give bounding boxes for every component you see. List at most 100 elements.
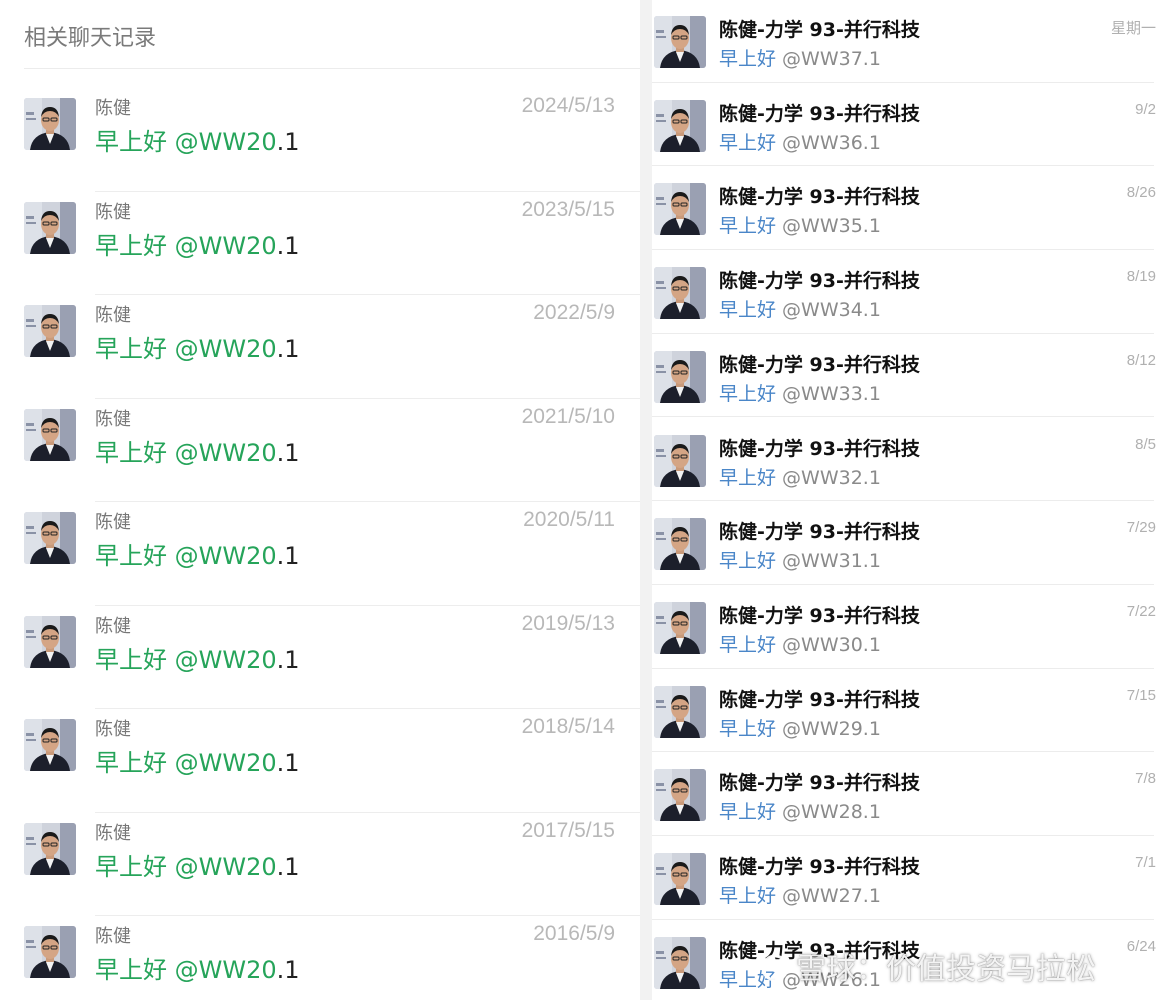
message-preview: 早上好 @WW20.1 (95, 433, 300, 468)
matched-keyword: 早上好 @WW20 (95, 335, 277, 363)
message-date: 7/22 (1126, 602, 1156, 620)
message-date: 2016/5/9 (533, 922, 615, 945)
matched-keyword: 早上好 (719, 48, 777, 70)
matched-keyword: 早上好 (719, 885, 777, 907)
chat-message-row[interactable]: 陈健-力学 93-并行科技 7/29 早上好 @WW31.1 (652, 501, 1172, 585)
matched-keyword: 早上好 @WW20 (95, 749, 277, 777)
sender-name: 陈健-力学 93-并行科技 (719, 688, 920, 711)
avatar (24, 512, 76, 564)
watermark: 雪球：价值投资马拉松 (760, 944, 1096, 988)
sender-name: 陈健 (95, 719, 131, 740)
sender-name: 陈健-力学 93-并行科技 (719, 521, 920, 544)
sender-name: 陈健 (95, 408, 131, 430)
message-date: 2021/5/10 (521, 404, 615, 428)
chat-message-row[interactable]: 陈健-力学 93-并行科技 7/1 早上好 @WW27.1 (652, 836, 1172, 920)
message-tail: @WW32.1 (776, 466, 881, 489)
message-date: 6/24 (1126, 937, 1156, 955)
sender-name: 陈健-力学 93-并行科技 (719, 186, 920, 209)
message-date: 8/12 (1126, 351, 1156, 369)
matched-keyword: 早上好 @WW20 (95, 231, 277, 260)
chat-record-row[interactable]: 陈健 2021/5/10 早上好 @WW20.1 (0, 399, 640, 502)
avatar (654, 183, 706, 236)
message-date: 2019/5/13 (521, 611, 615, 635)
message-tail: @WW33.1 (776, 382, 881, 405)
avatar (654, 601, 706, 654)
message-tail: @WW35.1 (776, 215, 881, 238)
message-preview: 早上好 @WW30.1 (719, 630, 881, 657)
matched-keyword: 早上好 @WW20 (95, 956, 277, 984)
matched-keyword: 早上好 (719, 801, 777, 824)
chat-message-row[interactable]: 陈健-力学 93-并行科技 7/8 早上好 @WW28.1 (652, 752, 1172, 836)
avatar (654, 350, 706, 403)
avatar (24, 305, 76, 357)
sender-name: 陈健-力学 93-并行科技 (719, 270, 920, 293)
header-divider (24, 68, 640, 69)
message-preview: 早上好 @WW20.1 (95, 950, 300, 985)
chat-message-row[interactable]: 陈健-力学 93-并行科技 9/2 早上好 @WW36.1 (652, 83, 1172, 167)
message-preview: 早上好 @WW34.1 (719, 295, 881, 322)
message-date: 7/15 (1126, 686, 1156, 704)
chat-record-row[interactable]: 陈健 2022/5/9 早上好 @WW20.1 (0, 295, 640, 399)
chat-message-row[interactable]: 陈健-力学 93-并行科技 8/19 早上好 @WW34.1 (652, 250, 1172, 334)
message-tail: .1 (276, 542, 300, 570)
sender-name: 陈健-力学 93-并行科技 (719, 102, 920, 125)
message-preview: 早上好 @WW20.1 (95, 536, 300, 571)
chat-message-row[interactable]: 陈健-力学 93-并行科技 7/22 早上好 @WW30.1 (652, 585, 1172, 669)
chat-record-row[interactable]: 陈健 2018/5/14 早上好 @WW20.1 (0, 709, 640, 813)
chat-message-row[interactable]: 陈健-力学 93-并行科技 8/5 早上好 @WW32.1 (652, 418, 1172, 502)
message-tail: .1 (276, 749, 300, 777)
matched-keyword: 早上好 @WW20 (95, 542, 277, 570)
message-date: 2023/5/15 (521, 197, 615, 221)
message-tail: @WW34.1 (776, 299, 881, 322)
search-results-panel: 相关聊天记录 陈健 2024/5/13 早上好 @WW20.1 陈健 2023/5/1… (0, 0, 640, 1000)
chat-record-row[interactable]: 陈健 2020/5/11 早上好 @WW20.1 (0, 502, 640, 606)
message-date: 8/5 (1135, 435, 1156, 453)
message-date: 星期一 (1110, 20, 1156, 37)
matched-keyword: 早上好 (719, 717, 777, 740)
message-date: 8/19 (1126, 268, 1156, 286)
panel-title: 相关聊天记录 (24, 26, 157, 51)
message-preview: 早上好 @WW36.1 (719, 128, 881, 155)
message-tail: @WW30.1 (776, 633, 881, 656)
panel-separator (640, 0, 652, 1000)
avatar (654, 936, 706, 989)
chat-record-row[interactable]: 陈健 2019/5/13 早上好 @WW20.1 (0, 606, 640, 709)
message-date: 2024/5/13 (521, 94, 615, 117)
sender-name: 陈健 (95, 98, 131, 119)
matched-keyword: 早上好 @WW20 (95, 645, 277, 674)
avatar (654, 99, 706, 152)
watermark-text: 雪球：价值投资马拉松 (796, 952, 1096, 987)
message-date: 2022/5/9 (533, 301, 615, 324)
avatar (654, 434, 706, 487)
snowball-logo-icon (761, 954, 789, 982)
message-tail: @WW27.1 (776, 885, 881, 907)
matched-keyword: 早上好 (719, 299, 777, 322)
chat-record-row[interactable]: 陈健 2017/5/15 早上好 @WW20.1 (0, 813, 640, 916)
sender-name: 陈健-力学 93-并行科技 (719, 19, 920, 41)
chat-record-row[interactable]: 陈健 2016/5/9 早上好 @WW20.1 (0, 916, 640, 1000)
message-tail: .1 (276, 438, 300, 467)
message-preview: 早上好 @WW20.1 (95, 743, 300, 778)
avatar (24, 615, 76, 668)
chat-message-row[interactable]: 陈健-力学 93-并行科技 8/12 早上好 @WW33.1 (652, 334, 1172, 418)
message-preview: 早上好 @WW20.1 (95, 329, 300, 364)
chat-record-row[interactable]: 陈健 2023/5/15 早上好 @WW20.1 (0, 192, 640, 295)
message-date: 7/29 (1126, 519, 1156, 537)
chat-message-row[interactable]: 陈健-力学 93-并行科技 星期一早上好 @WW37.1 (652, 0, 1172, 83)
avatar (654, 853, 706, 905)
message-date: 9/2 (1135, 100, 1156, 118)
avatar (24, 408, 76, 461)
chat-record-row[interactable]: 陈健 2024/5/13 早上好 @WW20.1 (0, 88, 640, 192)
chat-message-row[interactable]: 陈健-力学 93-并行科技 7/15 早上好 @WW29.1 (652, 669, 1172, 753)
message-date: 7/8 (1135, 770, 1156, 788)
message-date: 2018/5/14 (521, 715, 615, 738)
message-tail: @WW37.1 (776, 48, 881, 70)
avatar (654, 518, 706, 571)
avatar (24, 719, 76, 771)
sender-name: 陈健 (95, 305, 131, 326)
matched-keyword: 早上好 (719, 131, 777, 154)
chat-message-row[interactable]: 陈健-力学 93-并行科技 8/26 早上好 @WW35.1 (652, 166, 1172, 251)
avatar (654, 685, 706, 738)
message-tail: .1 (276, 231, 300, 260)
avatar (654, 769, 706, 822)
